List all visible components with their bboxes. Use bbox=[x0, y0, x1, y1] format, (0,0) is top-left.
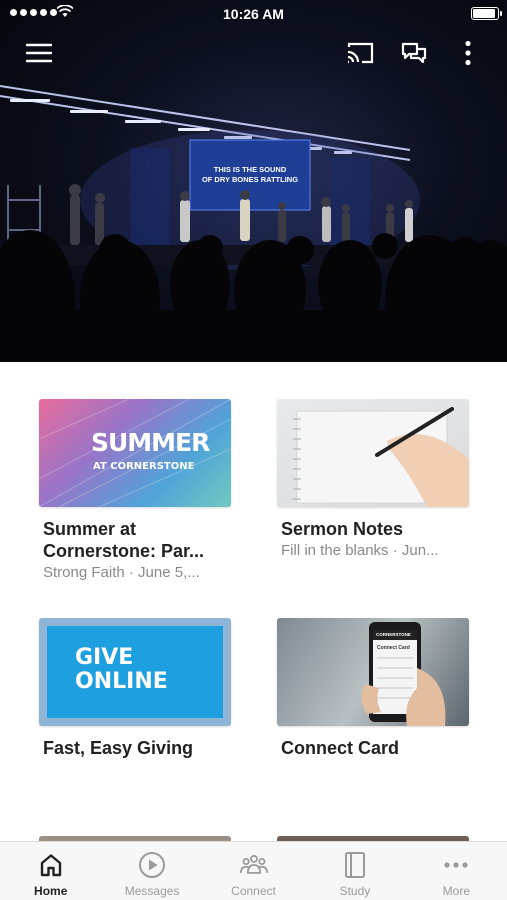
play-circle-icon bbox=[138, 851, 166, 879]
home-icon bbox=[37, 851, 65, 879]
hero-banner[interactable]: THIS IS THE SOUND OF DRY BONES RATTLING bbox=[0, 0, 507, 362]
people-icon bbox=[239, 851, 268, 879]
connect-thumb-brand: CORNERSTONE bbox=[376, 632, 411, 637]
sermon-notes-thumbnail bbox=[277, 399, 469, 507]
more-dots-icon bbox=[442, 851, 470, 879]
menu-icon[interactable] bbox=[24, 38, 54, 68]
screen-text-2: OF DRY BONES RATTLING bbox=[202, 175, 298, 184]
tab-label: Study bbox=[339, 884, 371, 898]
tab-label: Home bbox=[34, 884, 68, 898]
card-give-online[interactable]: GIVE ONLINE Fast, Easy Giving bbox=[39, 618, 233, 759]
tab-label: Connect bbox=[231, 884, 276, 898]
connect-card-thumbnail: CORNERSTONE Connect Card bbox=[277, 618, 469, 726]
more-vertical-icon[interactable] bbox=[453, 38, 483, 68]
status-time: 10:26 AM bbox=[223, 6, 284, 22]
tab-home[interactable]: Home bbox=[0, 842, 101, 900]
tab-messages[interactable]: Messages bbox=[101, 842, 202, 900]
tab-connect[interactable]: Connect bbox=[203, 842, 304, 900]
card-title: Sermon Notes bbox=[281, 519, 404, 539]
give-thumb-line-2: ONLINE bbox=[75, 669, 168, 694]
screen-text-1: THIS IS THE SOUND bbox=[214, 165, 287, 174]
card-connect-card[interactable]: CORNERSTONE Connect Card Connect Card bbox=[277, 618, 471, 759]
cast-icon[interactable] bbox=[345, 38, 375, 68]
card-title: Fast, Easy Giving bbox=[43, 738, 194, 758]
summer-thumb-title: SUMMER bbox=[91, 428, 210, 457]
card-subtitle: Strong Faith · June 5,... bbox=[43, 564, 200, 581]
tab-label: More bbox=[442, 884, 470, 898]
card-sermon-notes[interactable]: Sermon Notes Fill in the blanks · Jun... bbox=[277, 399, 471, 562]
card-title-line-2: Cornerstone: Par... bbox=[43, 541, 205, 561]
tab-study[interactable]: Study bbox=[304, 842, 405, 900]
connect-thumb-form-title: Connect Card bbox=[377, 645, 410, 651]
summer-thumbnail: SUMMER AT CORNERSTONE bbox=[39, 399, 231, 507]
tab-label: Messages bbox=[124, 884, 180, 898]
tab-more[interactable]: More bbox=[406, 842, 507, 900]
give-online-thumbnail: GIVE ONLINE bbox=[39, 618, 231, 726]
book-icon bbox=[341, 851, 369, 879]
worship-stage-image: THIS IS THE SOUND OF DRY BONES RATTLING bbox=[0, 85, 507, 362]
card-title: Connect Card bbox=[281, 738, 400, 758]
tab-bar: Home Messages Connect Study More bbox=[0, 841, 507, 900]
give-thumb-text: GIVE ONLINE bbox=[75, 646, 168, 694]
card-summer[interactable]: SUMMER AT CORNERSTONE Summer at Cornerst… bbox=[39, 399, 233, 584]
card-title-line-1: Summer at bbox=[43, 519, 137, 539]
battery-icon bbox=[471, 7, 502, 20]
card-subtitle: Fill in the blanks · Jun... bbox=[281, 542, 439, 559]
give-thumb-line-1: GIVE bbox=[75, 645, 134, 670]
card-title: Summer at Cornerstone: Par... bbox=[43, 518, 233, 562]
summer-thumb-subtitle: AT CORNERSTONE bbox=[93, 461, 195, 472]
chat-icon[interactable] bbox=[399, 38, 429, 68]
battery-fill bbox=[473, 9, 495, 18]
status-bar: 10:26 AM bbox=[0, 0, 507, 28]
